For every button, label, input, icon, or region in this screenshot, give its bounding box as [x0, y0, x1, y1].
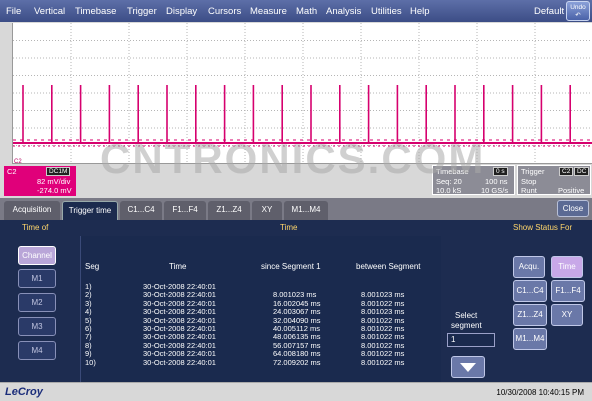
waveform-svg [13, 23, 592, 163]
tab-f1-f4[interactable]: F1...F4 [164, 201, 206, 220]
menu-trigger[interactable]: Trigger [127, 6, 157, 17]
tab-xy[interactable]: XY [252, 201, 282, 220]
time-of-heading: Time of [22, 223, 49, 232]
tab-trigger-time[interactable]: Trigger time [62, 201, 118, 220]
menu-cursors[interactable]: Cursors [208, 6, 241, 17]
channel-scale: 82 mV/div [37, 177, 71, 186]
timebase-scale: 100 ns [485, 177, 508, 186]
dialog-tab-strip: Acquisition Trigger time C1...C4 F1...F4… [0, 198, 592, 220]
timebase-title: Timebase [436, 167, 469, 176]
undo-button[interactable]: Undo ↶ [566, 1, 590, 21]
channel-marker: C2 [14, 159, 22, 165]
select-segment-label-1: Select [455, 311, 478, 320]
time-of-m3-button[interactable]: M3 [18, 317, 56, 336]
column-header-seg: Seg [85, 262, 100, 271]
table-cell-time: 30-Oct-2008 22:40:01 [143, 357, 216, 367]
menu-measure[interactable]: Measure [250, 6, 287, 17]
timebase-rate: 10 GS/s [481, 186, 509, 195]
waveform-grid[interactable]: C2 [12, 23, 592, 165]
menu-utilities[interactable]: Utilities [371, 6, 402, 17]
select-segment-label-2: segment [451, 321, 482, 330]
trigger-title: Trigger [521, 167, 545, 176]
menu-display[interactable]: Display [166, 6, 197, 17]
time-of-m2-button[interactable]: M2 [18, 293, 56, 312]
timebase-seq: Seq: 20 [436, 177, 462, 186]
table-cell-since: 72.009202 ms [273, 357, 321, 367]
trigger-channel: C2 [559, 167, 574, 176]
time-of-m4-button[interactable]: M4 [18, 341, 56, 360]
segment-down-button[interactable] [451, 356, 485, 378]
status-bar: LeCroy 10/30/2008 10:40:15 PM [0, 382, 592, 401]
channel-coupling-badge: DC1M [46, 167, 71, 176]
timebase-delay: 0 s [493, 167, 508, 176]
trigger-descriptor[interactable]: Trigger C2 DC Stop Runt Positive [517, 165, 591, 195]
tab-acquisition[interactable]: Acquisition [4, 201, 60, 220]
timebase-samples: 10.0 kS [436, 186, 462, 195]
timebase-descriptor[interactable]: Timebase 0 s Seq: 20 100 ns 10.0 kS 10 G… [432, 165, 515, 195]
tab-c1-c4[interactable]: C1...C4 [120, 201, 162, 220]
down-arrow-icon [460, 363, 476, 372]
trigger-time-table[interactable]: Seg Time since Segment 1 between Segment… [80, 236, 441, 382]
undo-arrow-icon: ↶ [575, 12, 581, 19]
channel-name: C2 [7, 167, 17, 176]
table-cell-seg: 10) [85, 357, 96, 367]
trigger-coupling: DC [574, 167, 590, 176]
status-m1-m4-button[interactable]: M1...M4 [513, 328, 547, 350]
status-time-button[interactable]: Time [551, 256, 583, 278]
show-status-heading: Show Status For [513, 223, 573, 232]
table-cell-between: 8.001022 ms [361, 357, 405, 367]
status-c1-c4-button[interactable]: C1...C4 [513, 280, 547, 302]
menu-file[interactable]: File [6, 6, 21, 17]
segment-input[interactable]: 1 [447, 333, 495, 347]
default-setup-button[interactable]: Default [534, 6, 564, 17]
column-header-since: since Segment 1 [261, 262, 321, 271]
tab-m1-m4[interactable]: M1...M4 [284, 201, 328, 220]
tab-z1-z4[interactable]: Z1...Z4 [208, 201, 250, 220]
channel-offset: -274.0 mV [37, 186, 72, 195]
channel-descriptor[interactable]: C2 DC1M 82 mV/div -274.0 mV [4, 166, 76, 196]
lecroy-logo: LeCroy [5, 386, 43, 398]
time-heading: Time [280, 223, 298, 232]
status-f1-f4-button[interactable]: F1...F4 [551, 280, 585, 302]
undo-label: Undo [570, 4, 586, 11]
menu-vertical[interactable]: Vertical [34, 6, 65, 17]
close-button[interactable]: Close [557, 200, 589, 217]
menu-bar: File Vertical Timebase Trigger Display C… [0, 0, 592, 22]
clock: 10/30/2008 10:40:15 PM [496, 388, 584, 397]
trigger-type: Runt [521, 186, 537, 195]
status-z1-z4-button[interactable]: Z1...Z4 [513, 304, 547, 326]
trigger-time-panel: Time of Time Show Status For Channel M1 … [0, 220, 592, 382]
trigger-mode: Stop [521, 177, 537, 186]
menu-analysis[interactable]: Analysis [326, 6, 361, 17]
time-of-channel-button[interactable]: Channel [18, 246, 56, 265]
menu-timebase[interactable]: Timebase [75, 6, 116, 17]
column-header-time: Time [169, 262, 187, 271]
status-acqu-button[interactable]: Acqu. [513, 256, 545, 278]
status-xy-button[interactable]: XY [551, 304, 583, 326]
trigger-slope: Positive [558, 186, 585, 195]
column-header-between: between Segment [356, 262, 421, 271]
menu-help[interactable]: Help [410, 6, 430, 17]
menu-math[interactable]: Math [296, 6, 317, 17]
time-of-m1-button[interactable]: M1 [18, 269, 56, 288]
